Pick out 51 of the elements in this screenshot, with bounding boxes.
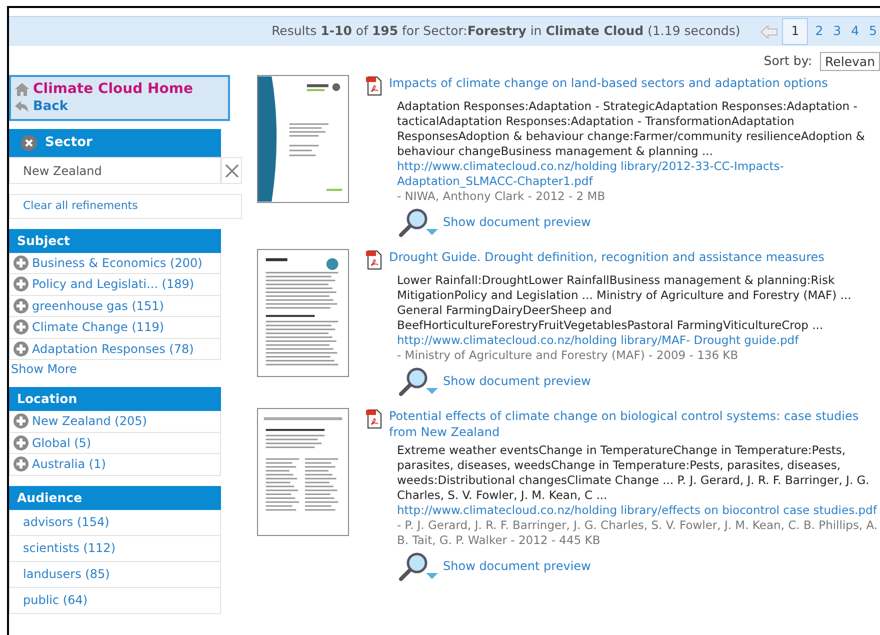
close-icon <box>224 164 238 178</box>
plus-icon <box>13 456 29 472</box>
refinement-value: New Zealand <box>9 157 221 184</box>
pdf-icon <box>365 409 383 429</box>
result-title-link[interactable]: Drought Guide. Drought definition, recognition and assistance measures <box>389 249 824 270</box>
plus-icon <box>13 434 29 451</box>
close-button[interactable] <box>221 157 242 184</box>
result-url[interactable]: http://www.climatecloud.co.nz/holding library/effects on biocontrol case studies.pdf <box>397 503 878 518</box>
result-snippet: Extreme weather eventsChange in TemperatureChange in Temperature:Pests, parasites, diseases, weedsChange in Temperature:Pests, parasites, diseases, weeds:Distributional changesClimate Change ... P. J. Gerard, J. R. F. Barringer, J. G. Charles, S. V. Fowler, J. M. Kean, C ... <box>397 443 870 503</box>
clear-refinements-link[interactable]: Clear all refinements <box>9 194 242 218</box>
plus-icon <box>13 276 29 292</box>
page-link[interactable]: 4 <box>848 22 862 41</box>
plus-icon <box>13 254 29 271</box>
home-link[interactable]: Climate Cloud Home <box>33 80 193 98</box>
result-details: - Ministry of Agriculture and Forestry (MAF) - 2009 - 136 KB <box>397 348 740 363</box>
result-url[interactable]: http://www.climatecloud.co.nz/holding library/2012-33-CC-Impacts-Adaptation_SLMACC-Chapter1.pdf <box>397 159 878 189</box>
magnifier-icon <box>397 551 439 581</box>
page-link[interactable]: 3 <box>830 22 844 41</box>
result-url[interactable]: http://www.climatecloud.co.nz/holding library/MAF- Drought guide.pdf <box>397 333 878 348</box>
pdf-icon <box>365 250 383 270</box>
page-link[interactable]: 2 <box>812 22 826 41</box>
result-snippet: Adaptation Responses:Adaptation - StrategicAdaptation Responses:Adaptation - tacticalAdaptation Responses:Adaptation - TransformationAdaptation ResponsesAdoption & behaviour change:Farmer/community resilienceAdoption & behaviour changeBusiness management & planning ... <box>397 99 866 159</box>
facet-header: Subject <box>9 228 221 252</box>
sort-label: Sort by: <box>764 52 812 70</box>
facet-header: Audience <box>9 486 221 510</box>
preview-link[interactable]: Show document preview <box>443 374 591 388</box>
result-details: - P. J. Gerard, J. R. F. Barringer, J. G. Charles, S. V. Fowler, J. M. Kean, C. B. Phillips, A. B. Tait, G. P. Walker - 2012 - 445 KB <box>397 518 878 548</box>
remove-icon[interactable] <box>21 135 37 151</box>
results-summary: Results 1-10 of 195 for Sector:Forestry in Climate Cloud (1.19 seconds) <box>272 22 740 40</box>
result-title-link[interactable]: Potential effects of climate change on biological control systems: case studies from New Zealand <box>389 408 878 440</box>
facet-header: Location <box>9 387 221 411</box>
plus-icon <box>13 340 29 357</box>
page-link[interactable]: 5 <box>866 22 880 41</box>
magnifier-icon <box>397 366 439 396</box>
show-more-link[interactable]: Show More <box>9 360 221 377</box>
preview-link[interactable]: Show document preview <box>443 558 591 574</box>
preview-link[interactable]: Show document preview <box>443 214 591 230</box>
magnifier-icon <box>397 207 439 237</box>
result-title-link[interactable]: Impacts of climate change on land-based sectors and adaptation options <box>389 75 828 96</box>
facet-title: Sector <box>45 134 92 152</box>
pdf-icon <box>365 76 383 96</box>
back-link[interactable]: Back <box>33 98 68 116</box>
plus-icon <box>13 319 29 336</box>
sort-select[interactable]: Relevan <box>820 52 880 70</box>
plus-icon <box>13 413 29 430</box>
back-arrow-icon <box>15 101 29 113</box>
page-link[interactable]: 1 <box>782 18 808 45</box>
plus-icon <box>13 298 29 314</box>
home-icon <box>15 82 29 96</box>
result-snippet: Lower Rainfall:DroughtLower RainfallBusiness management & planning:Risk MitigationPolicy and Legislation ... Ministry of Agriculture and Forestry (MAF) ... General FarmingDairyDeerSheep and BeefHorticultureForestryFruitVegetablesPastoral FarmingViticultureCrop ... <box>397 273 852 333</box>
result-details: - NIWA, Anthony Clark - 2012 - 2 MB <box>397 189 606 204</box>
